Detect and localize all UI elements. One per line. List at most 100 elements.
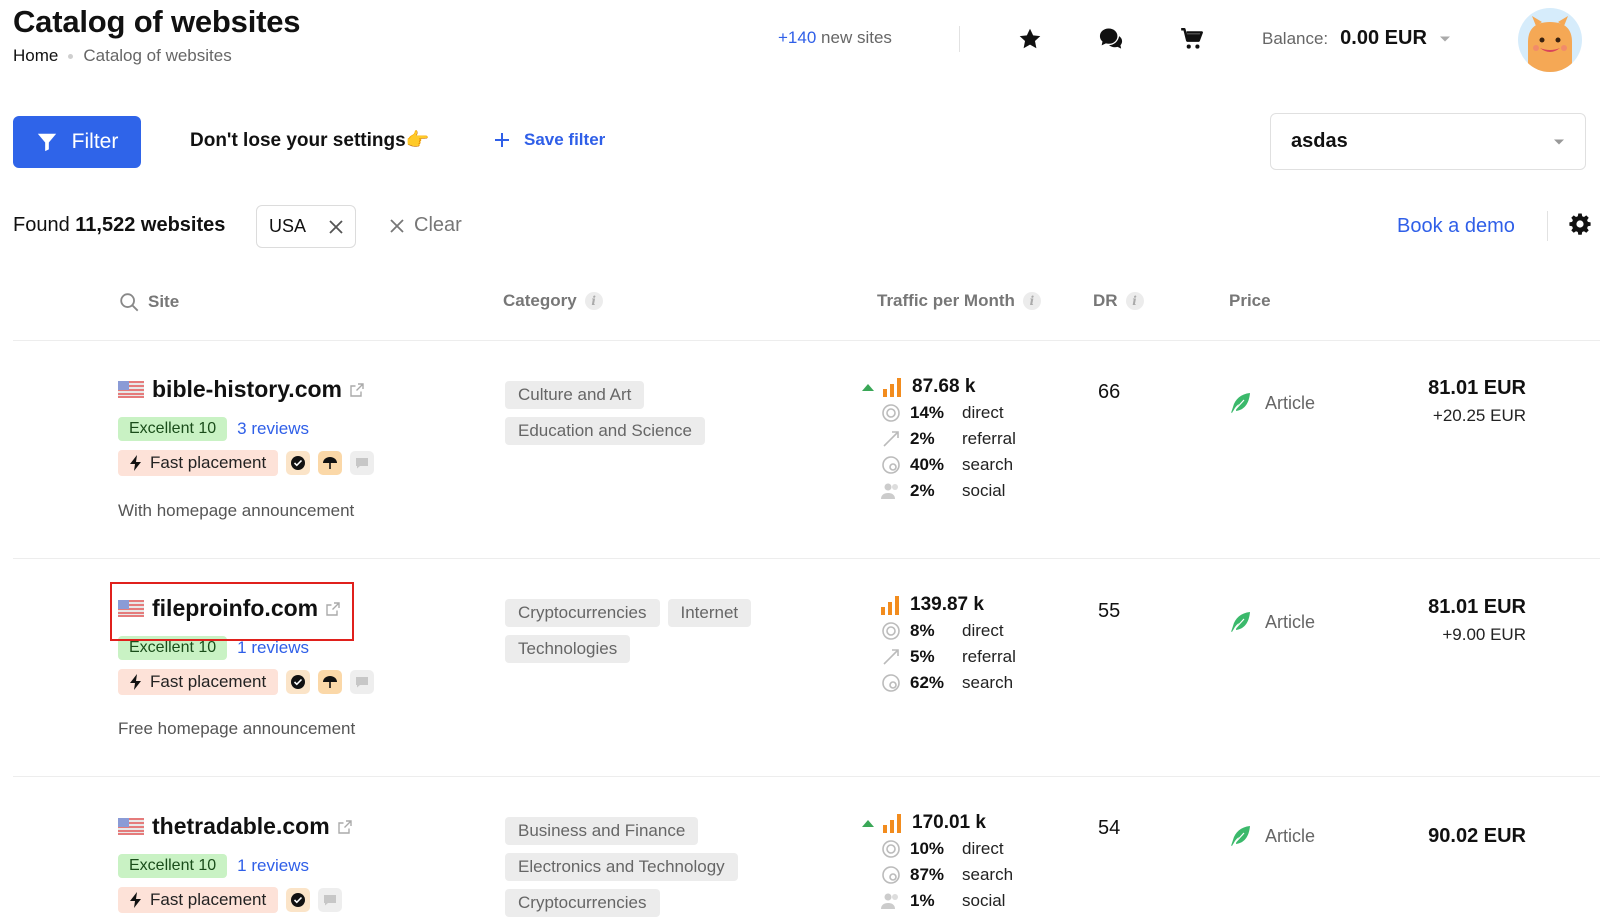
target-icon [882, 840, 900, 858]
comment-badge [350, 670, 375, 694]
reviews-link[interactable]: 3 reviews [237, 419, 309, 439]
rating-badge: Excellent 10 [118, 854, 228, 878]
balance-dropdown[interactable]: Balance: 0.00 EUR [1262, 27, 1451, 50]
external-link-icon[interactable] [350, 382, 364, 397]
reviews-link[interactable]: 1 reviews [237, 856, 309, 876]
chat-bubbles-icon [1099, 28, 1123, 49]
category-tag[interactable]: Cryptocurrencies [505, 599, 660, 627]
category-list: Culture and Art Education and Science [505, 381, 755, 445]
row-divider [13, 558, 1600, 559]
search-globe-icon [882, 866, 900, 884]
header-divider [959, 26, 960, 52]
cart-button[interactable] [1178, 25, 1206, 53]
check-circle-icon [291, 893, 306, 907]
category-tag[interactable]: Internet [667, 599, 752, 627]
source-name: direct [962, 403, 1004, 422]
traffic-source-row: 2% referral [880, 426, 1016, 452]
umbrella-icon [323, 676, 338, 688]
rating-row: Excellent 10 3 reviews [118, 417, 309, 441]
category-tag[interactable]: Culture and Art [505, 381, 645, 409]
column-header-price[interactable]: Price [1229, 291, 1271, 311]
new-sites-count: +140 [778, 28, 817, 47]
gear-icon [1569, 213, 1591, 235]
settings-button[interactable] [1568, 212, 1592, 241]
site-link[interactable]: bible-history.com [118, 376, 364, 403]
rating-badge: Excellent 10 [118, 417, 228, 441]
results-prefix: Found [13, 214, 70, 236]
dr-value: 55 [1098, 600, 1121, 622]
close-icon[interactable] [329, 219, 343, 234]
source-percent: 2% [910, 481, 935, 500]
filter-chip-label: USA [269, 216, 307, 236]
traffic-cell: 87.68 k 14% direct 2% referral 40% search 2… [862, 376, 1016, 504]
category-list: Cryptocurrencies Internet Technologies [505, 599, 775, 663]
price-extra: +20.25 EUR [1432, 406, 1526, 425]
check-circle-icon [291, 675, 306, 689]
star-icon [1019, 28, 1041, 49]
balance-label: Balance: [1262, 28, 1329, 48]
traffic-value: 170.01 k [912, 812, 986, 833]
traffic-cell: 139.87 k 8% direct 5% referral 62% search [880, 594, 1016, 696]
favorites-button[interactable] [1016, 25, 1044, 53]
umbrella-badge [318, 451, 343, 475]
lightning-icon [130, 892, 141, 908]
fast-placement-label: Fast placement [150, 672, 267, 691]
fast-placement-badge: Fast placement [118, 669, 279, 695]
price-cell: 81.01 EUR +20.25 EUR [1370, 377, 1526, 426]
badges-row: Fast placement [118, 450, 375, 476]
traffic-total: 139.87 k [880, 594, 1016, 616]
reviews-link[interactable]: 1 reviews [237, 638, 309, 658]
saved-filter-select[interactable]: asdas [1270, 113, 1586, 170]
new-sites-link[interactable]: +140 new sites [778, 28, 892, 48]
chevron-down-icon [1439, 36, 1450, 41]
category-tag[interactable]: Technologies [505, 635, 631, 663]
lightning-icon [130, 674, 141, 690]
category-tag[interactable]: Education and Science [505, 417, 705, 445]
fast-placement-label: Fast placement [150, 890, 267, 909]
saved-filter-value: asdas [1291, 130, 1348, 152]
people-icon [881, 893, 898, 909]
badges-row: Fast placement [118, 669, 375, 695]
info-icon[interactable]: i [1125, 292, 1144, 310]
traffic-source-row: 8% direct [880, 618, 1016, 644]
publication-type: Article [1229, 610, 1315, 634]
info-icon[interactable]: i [1022, 292, 1041, 310]
bar-chart-icon [883, 814, 901, 833]
comment-icon [356, 677, 369, 688]
us-flag-icon [118, 381, 144, 398]
comment-icon [356, 458, 369, 469]
search-globe-icon [882, 674, 900, 692]
publication-type-label: Article [1265, 825, 1316, 846]
traffic-cell: 170.01 k 10% direct 87% search 1% social [862, 812, 1013, 914]
info-icon[interactable]: i [584, 292, 603, 310]
umbrella-badge [318, 670, 343, 694]
category-tag[interactable]: Business and Finance [505, 817, 699, 845]
search-icon[interactable] [118, 291, 140, 313]
source-name: search [962, 673, 1014, 692]
clear-filters-button[interactable]: Clear [390, 214, 462, 237]
column-header-site[interactable]: Site [118, 291, 179, 313]
site-link[interactable]: thetradable.com [118, 813, 352, 840]
book-demo-link[interactable]: Book a demo [1397, 215, 1515, 238]
breadcrumb-home[interactable]: Home [13, 46, 58, 66]
avatar[interactable] [1518, 8, 1582, 72]
filter-button[interactable]: Filter [13, 116, 141, 168]
external-link-icon[interactable] [337, 819, 352, 834]
messages-button[interactable] [1097, 25, 1125, 53]
results-number: 11,522 websites [75, 214, 226, 236]
source-percent: 1% [910, 891, 935, 910]
category-list: Business and Finance Electronics and Tec… [505, 817, 775, 917]
source-percent: 87% [910, 865, 945, 884]
save-filter-button[interactable]: Save filter [494, 130, 605, 150]
publication-type: Article [1229, 824, 1315, 848]
category-tag[interactable]: Cryptocurrencies [505, 889, 660, 917]
traffic-source-row: 14% direct [880, 400, 1016, 426]
row-divider [13, 340, 1600, 341]
column-header-traffic[interactable]: Traffic per Month i [877, 291, 1041, 311]
category-tag[interactable]: Electronics and Technology [505, 853, 738, 881]
feather-icon [1231, 612, 1250, 632]
filter-chip-usa[interactable]: USA [256, 205, 356, 248]
source-name: social [962, 891, 1006, 910]
dr-value: 66 [1098, 381, 1121, 403]
column-header-dr[interactable]: DR i [1093, 291, 1144, 311]
